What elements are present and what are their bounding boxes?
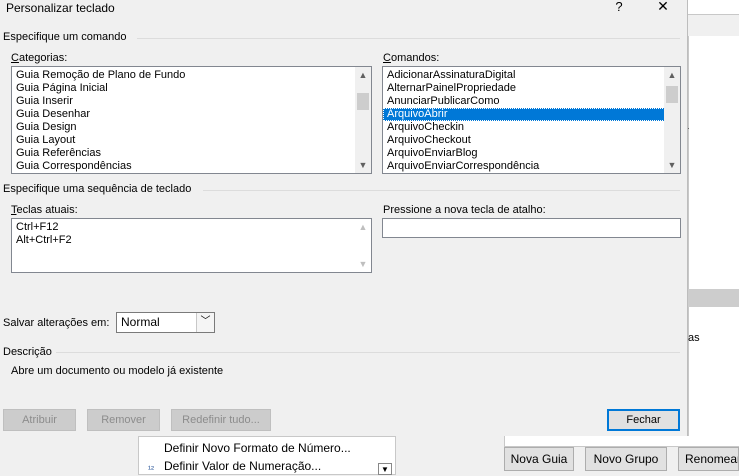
close-button[interactable]: Fechar bbox=[607, 409, 680, 431]
background-partial-text: as bbox=[688, 332, 700, 344]
new-tab-button[interactable]: Nova Guia bbox=[504, 447, 574, 471]
list-item[interactable]: Guia Desenhar bbox=[12, 108, 356, 121]
current-keys-scrollbar[interactable]: ▲ ▼ bbox=[355, 219, 371, 272]
close-icon[interactable]: ✕ bbox=[648, 0, 678, 14]
section-description-heading: Descrição bbox=[3, 346, 52, 358]
background-selected-row bbox=[688, 289, 739, 307]
commands-scrollbar[interactable]: ▲ ▼ bbox=[664, 67, 680, 173]
save-changes-select[interactable]: Normal ﹀ bbox=[116, 312, 215, 333]
background-panel bbox=[688, 36, 739, 436]
scroll-thumb[interactable] bbox=[357, 93, 369, 110]
list-item[interactable]: AdicionarAssinaturaDigital bbox=[383, 69, 665, 82]
scroll-down-icon[interactable]: ▼ bbox=[355, 157, 371, 173]
new-shortcut-label: Pressione a nova tecla de atalho: bbox=[383, 204, 546, 216]
categories-listbox[interactable]: Guia Remoção de Plano de Fundo Guia Págin… bbox=[11, 66, 372, 174]
scroll-down-icon[interactable]: ▼ bbox=[355, 256, 371, 272]
section-divider bbox=[56, 352, 680, 353]
list-item[interactable]: Guia Inserir bbox=[12, 95, 356, 108]
list-item[interactable]: ArquivoEnviarCorrespondência bbox=[383, 160, 665, 173]
list-item[interactable]: Guia Referências bbox=[12, 147, 356, 160]
blank-icon bbox=[148, 442, 162, 454]
background-left-area bbox=[0, 436, 138, 475]
list-item[interactable]: Guia Design bbox=[12, 121, 356, 134]
scroll-down-icon[interactable]: ▼ bbox=[664, 157, 680, 173]
background-list-item[interactable]: ¹² Definir Valor de Numeração... bbox=[148, 459, 321, 476]
list-item[interactable]: ArquivoCheckin bbox=[383, 121, 665, 134]
list-item[interactable]: ArquivoCheckout bbox=[383, 134, 665, 147]
background-scroll-down-icon[interactable]: ▼ bbox=[378, 463, 392, 475]
list-item[interactable]: Guia Remoção de Plano de Fundo bbox=[12, 69, 356, 82]
numbering-icon: ¹² bbox=[148, 464, 154, 474]
scroll-up-icon[interactable]: ▲ bbox=[355, 219, 371, 235]
background-panel-bottom bbox=[504, 436, 739, 447]
list-item[interactable]: ArquivoAbrir bbox=[383, 108, 665, 121]
current-keys-label: Teclas atuais: bbox=[11, 204, 78, 216]
new-shortcut-input[interactable] bbox=[382, 218, 681, 238]
list-item[interactable]: AlternarPainelPropriedade bbox=[383, 82, 665, 95]
categories-scrollbar[interactable]: ▲ ▼ bbox=[355, 67, 371, 173]
list-item[interactable]: Guia Correspondências bbox=[12, 160, 356, 173]
save-changes-label: Salvar alterações em: bbox=[3, 317, 110, 329]
list-item[interactable]: Guia Layout bbox=[12, 134, 356, 147]
section-divider bbox=[137, 38, 680, 39]
chevron-down-icon[interactable]: ﹀ bbox=[196, 313, 214, 332]
list-item[interactable]: AnunciarPublicarComo bbox=[383, 95, 665, 108]
list-item[interactable]: ArquivoEnviarBlog bbox=[383, 147, 665, 160]
section-sequence-heading: Especifique uma sequência de teclado bbox=[3, 183, 192, 195]
assign-button[interactable]: Atribuir bbox=[3, 409, 76, 431]
commands-label: Comandos: bbox=[383, 52, 440, 64]
reset-all-button[interactable]: Redefinir tudo... bbox=[171, 409, 271, 431]
current-keys-listbox[interactable]: Ctrl+F12 Alt+Ctrl+F2 ▲ ▼ bbox=[11, 218, 372, 273]
list-item[interactable]: Alt+Ctrl+F2 bbox=[12, 234, 356, 247]
scroll-thumb[interactable] bbox=[666, 86, 678, 103]
background-gap bbox=[396, 436, 504, 475]
save-changes-value: Normal bbox=[121, 315, 160, 329]
help-button[interactable]: ? bbox=[604, 0, 634, 14]
dialog-title: Personalizar teclado bbox=[6, 1, 115, 15]
background-list-item[interactable]: Definir Novo Formato de Número... bbox=[148, 441, 351, 455]
scroll-up-icon[interactable]: ▲ bbox=[355, 67, 371, 83]
rename-button[interactable]: Renomear bbox=[678, 447, 739, 471]
list-item[interactable]: Guia Página Inicial bbox=[12, 82, 356, 95]
remove-button[interactable]: Remover bbox=[87, 409, 160, 431]
scroll-up-icon[interactable]: ▲ bbox=[664, 67, 680, 83]
description-text: Abre um documento ou modelo já existente bbox=[11, 365, 224, 377]
background-top-field bbox=[688, 0, 739, 15]
new-group-button[interactable]: Novo Grupo bbox=[585, 447, 667, 471]
section-divider bbox=[203, 190, 680, 191]
commands-listbox[interactable]: AdicionarAssinaturaDigital AlternarPainel… bbox=[382, 66, 681, 174]
categories-label: Categorias: bbox=[11, 52, 68, 64]
section-command-heading: Especifique um comando bbox=[3, 31, 127, 43]
list-item[interactable]: Ctrl+F12 bbox=[12, 221, 356, 234]
